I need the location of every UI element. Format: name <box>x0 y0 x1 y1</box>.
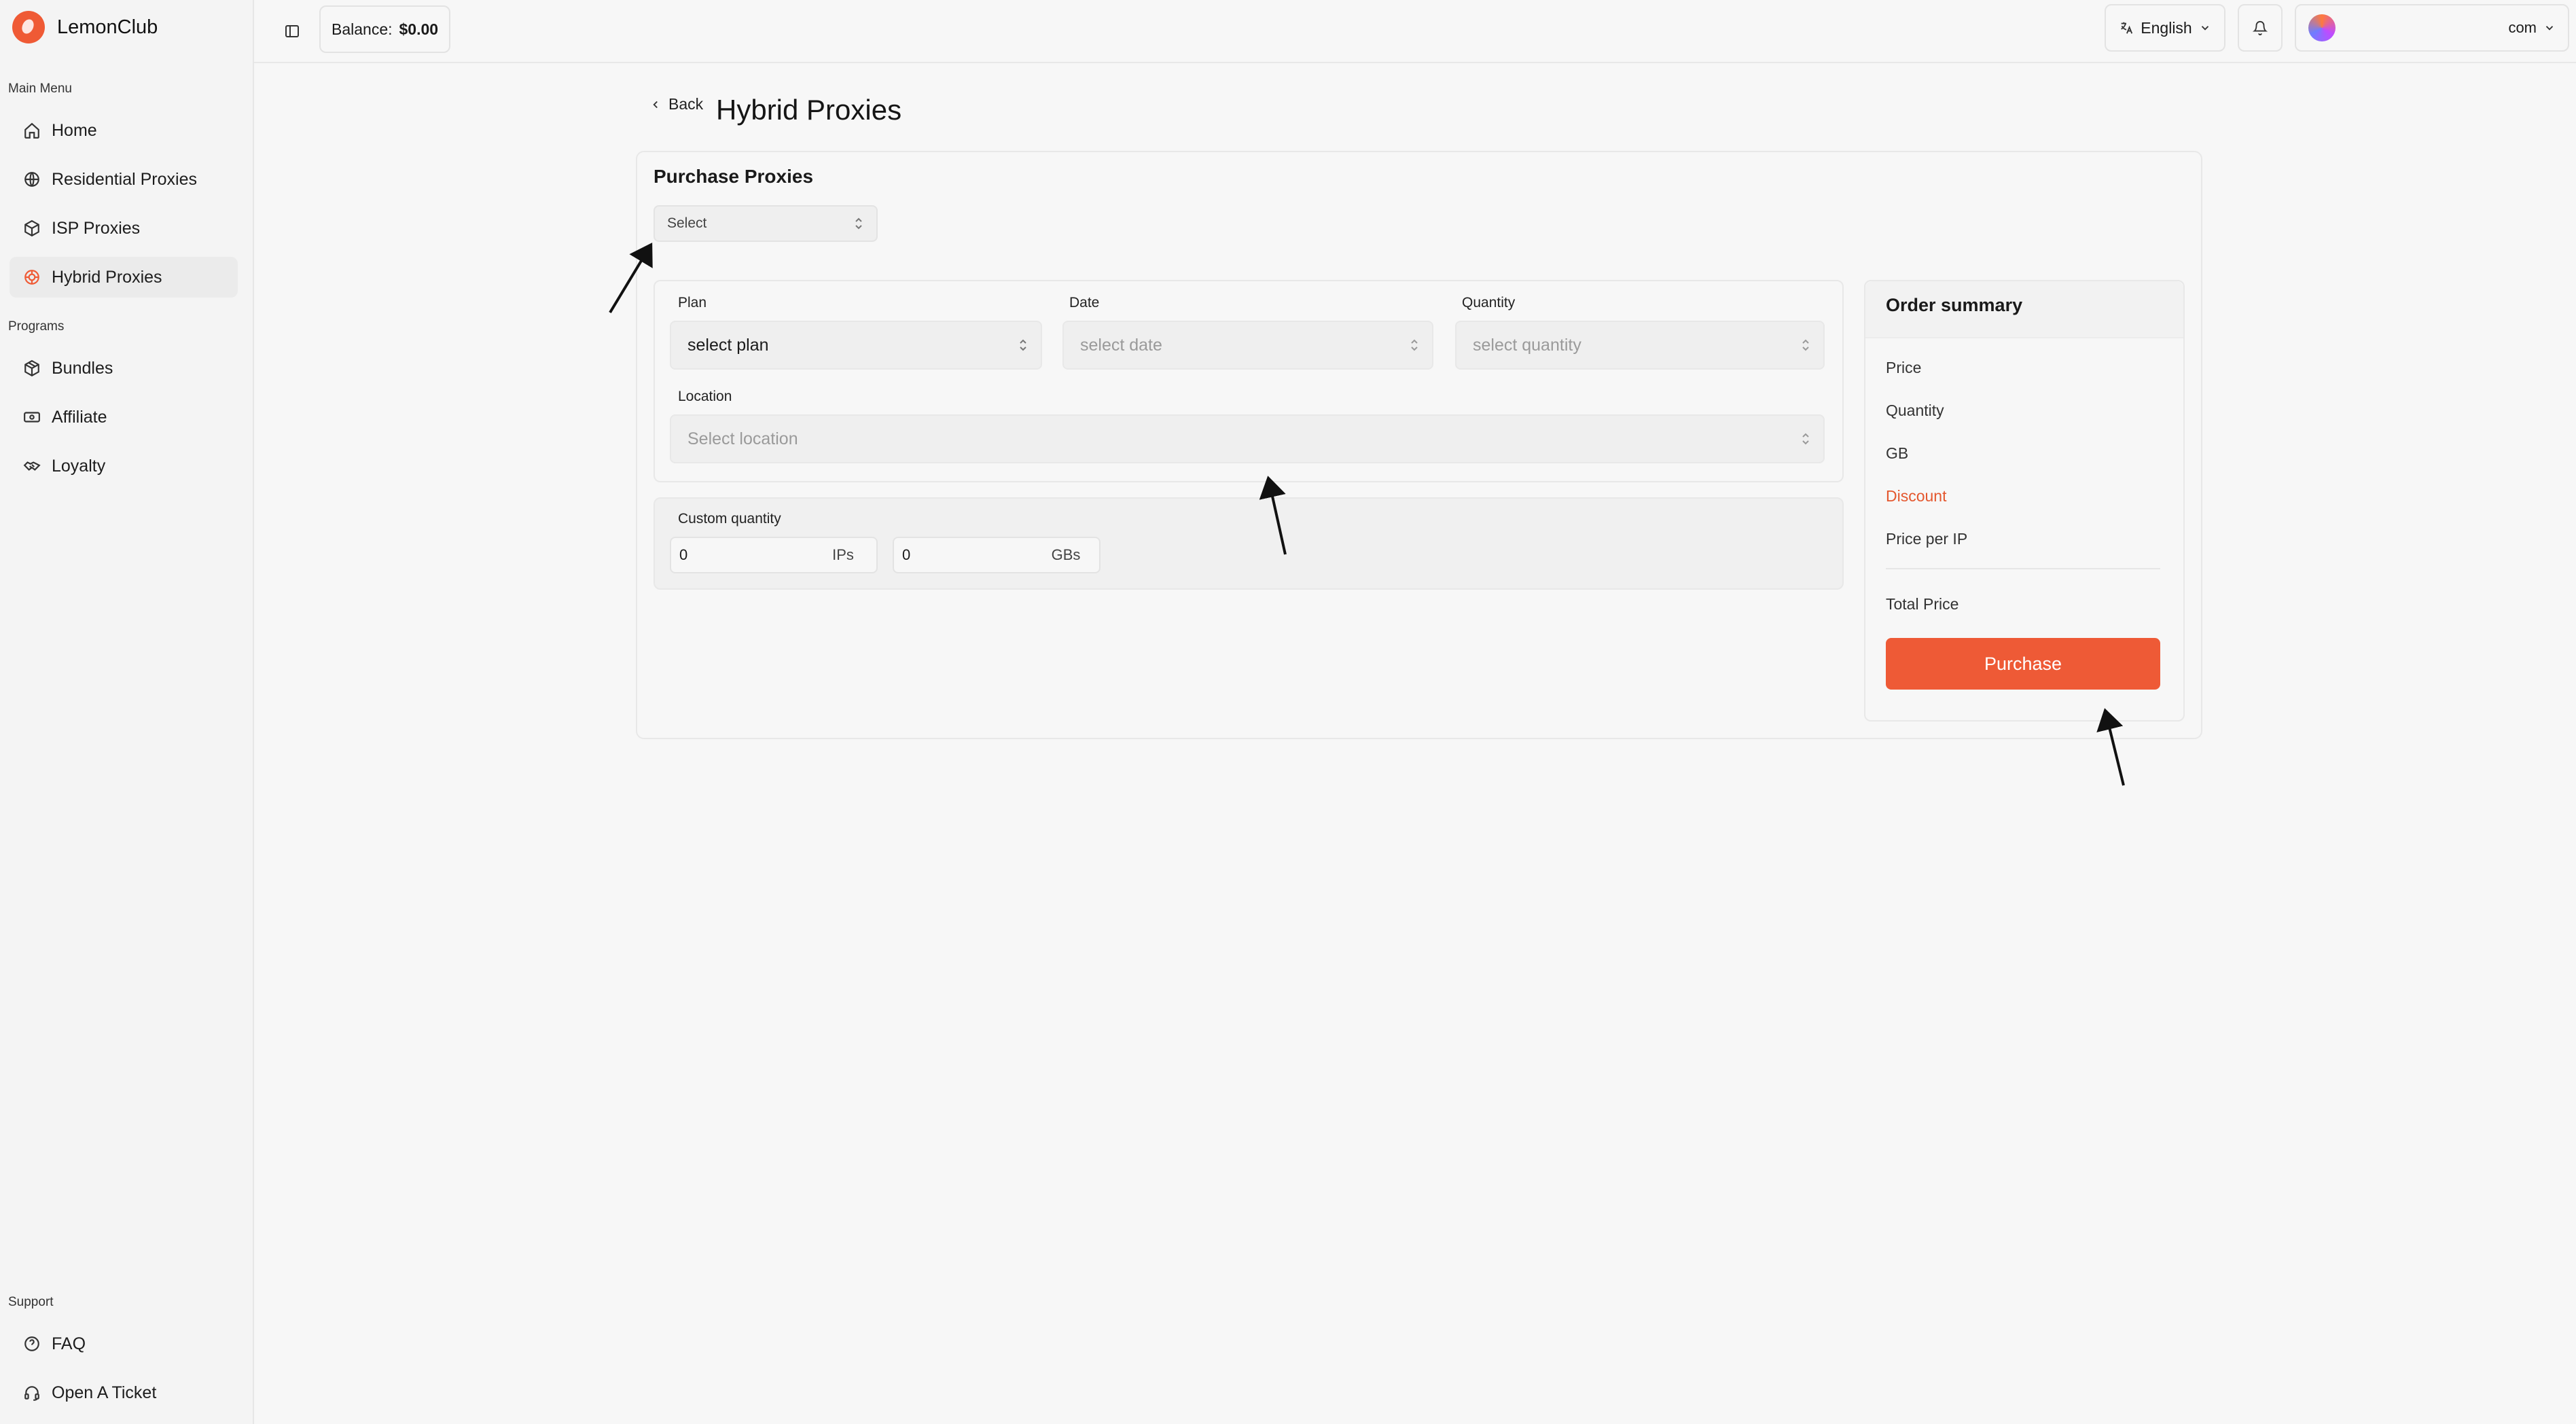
sidebar-item-label: Loyalty <box>52 456 106 476</box>
quantity-label: Quantity <box>1462 295 1516 310</box>
help-circle-icon <box>24 1336 39 1351</box>
back-button[interactable]: Back <box>649 95 703 113</box>
summary-price-label: Price <box>1886 359 1922 376</box>
date-label: Date <box>1069 295 1100 310</box>
page-title: Hybrid Proxies <box>716 94 902 126</box>
balance-label: Balance: <box>332 20 393 38</box>
sidebar-item-label: Hybrid Proxies <box>52 267 162 287</box>
purchase-card-title: Purchase Proxies <box>654 166 814 187</box>
summary-total-label: Total Price <box>1886 595 1959 613</box>
globe-icon <box>24 172 39 187</box>
back-label: Back <box>668 95 704 113</box>
brand-name: LemonClub <box>57 16 158 38</box>
date-select[interactable]: select date <box>1062 321 1433 370</box>
location-select-value: Select location <box>687 429 798 448</box>
sidebar-toggle-button[interactable] <box>277 16 307 46</box>
main-menu-heading: Main Menu <box>8 82 72 96</box>
programs-heading: Programs <box>8 319 65 334</box>
sidebar-item-residential-proxies[interactable]: Residential Proxies <box>10 159 238 200</box>
sidebar: LemonClub Main Menu Home Residential Pro… <box>0 0 254 1424</box>
sidebar-item-hybrid-proxies[interactable]: Hybrid Proxies <box>10 257 238 298</box>
balance-value: $0.00 <box>399 20 439 38</box>
hybrid-icon <box>24 270 39 285</box>
bell-icon <box>2253 21 2268 35</box>
chevron-left-icon <box>653 101 658 108</box>
lemonclub-logo-icon <box>12 11 45 43</box>
ips-input-value: 0 <box>679 546 688 563</box>
sidebar-item-label: Residential Proxies <box>52 169 197 189</box>
chevrons-up-down-icon <box>1802 433 1809 445</box>
summary-price-per-ip-label: Price per IP <box>1886 530 1968 548</box>
balance-display[interactable]: Balance: $0.00 <box>319 5 451 53</box>
handshake-icon <box>23 461 41 471</box>
gbs-input-value: 0 <box>902 546 911 563</box>
summary-quantity-label: Quantity <box>1886 402 1944 419</box>
custom-quantity-label: Custom quantity <box>678 511 781 527</box>
proxy-type-select-value: Select <box>667 215 707 231</box>
home-icon <box>24 122 39 139</box>
gbs-unit: GBs <box>1051 546 1081 563</box>
notifications-button[interactable] <box>2238 4 2283 52</box>
sidebar-item-affiliate[interactable]: Affiliate <box>10 397 238 438</box>
brand[interactable]: LemonClub <box>12 11 158 43</box>
sidebar-item-label: ISP Proxies <box>52 218 141 238</box>
sidebar-item-bundles[interactable]: Bundles <box>10 348 238 389</box>
languages-icon <box>2121 22 2133 34</box>
plan-select[interactable]: select plan <box>670 321 1042 370</box>
headset-icon <box>24 1386 39 1401</box>
chevrons-up-down-icon <box>1020 339 1026 351</box>
summary-divider <box>1886 568 2160 569</box>
language-selector[interactable]: English <box>2105 4 2225 52</box>
sidebar-item-label: FAQ <box>52 1334 86 1353</box>
sidebar-item-label: Affiliate <box>52 407 107 427</box>
purchase-button[interactable]: Purchase <box>1886 638 2160 690</box>
package-icon <box>24 359 39 377</box>
ips-unit: IPs <box>832 546 854 563</box>
order-summary-title: Order summary <box>1886 295 2023 315</box>
sidebar-item-label: Bundles <box>52 358 113 378</box>
sidebar-item-open-ticket[interactable]: Open A Ticket <box>10 1372 238 1413</box>
chevrons-up-down-icon <box>1411 339 1418 351</box>
avatar <box>2308 14 2336 41</box>
user-email: com <box>2508 19 2537 36</box>
location-label: Location <box>678 389 732 404</box>
panel-left-icon <box>285 25 299 37</box>
language-label: English <box>2141 18 2192 37</box>
chevron-down-icon <box>2201 26 2208 31</box>
sidebar-item-faq[interactable]: FAQ <box>10 1323 238 1364</box>
chevron-down-icon <box>2545 26 2554 31</box>
sidebar-item-isp-proxies[interactable]: ISP Proxies <box>10 208 238 249</box>
proxy-type-select[interactable]: Select <box>654 205 878 242</box>
sidebar-item-home[interactable]: Home <box>10 110 238 151</box>
location-select[interactable]: Select location <box>670 414 1825 463</box>
box-icon <box>24 219 39 237</box>
chevrons-up-down-icon <box>1802 339 1809 351</box>
summary-discount-label: Discount <box>1886 487 1947 505</box>
support-heading: Support <box>8 1295 54 1309</box>
sidebar-item-label: Open A Ticket <box>52 1383 157 1402</box>
sidebar-item-label: Home <box>52 120 97 140</box>
quantity-select-value: select quantity <box>1473 335 1581 355</box>
banknote-icon <box>24 412 40 423</box>
ips-input[interactable]: 0 IPs <box>670 537 878 573</box>
sidebar-item-loyalty[interactable]: Loyalty <box>10 446 238 486</box>
plan-label: Plan <box>678 295 707 310</box>
summary-gb-label: GB <box>1886 444 1909 462</box>
user-menu[interactable]: com <box>2295 4 2569 52</box>
date-select-value: select date <box>1080 335 1162 355</box>
gbs-input[interactable]: 0 GBs <box>893 537 1101 573</box>
plan-select-value: select plan <box>687 335 769 355</box>
chevrons-up-down-icon <box>855 217 862 230</box>
quantity-select[interactable]: select quantity <box>1455 321 1825 370</box>
topbar: Balance: $0.00 English com <box>254 0 2576 63</box>
